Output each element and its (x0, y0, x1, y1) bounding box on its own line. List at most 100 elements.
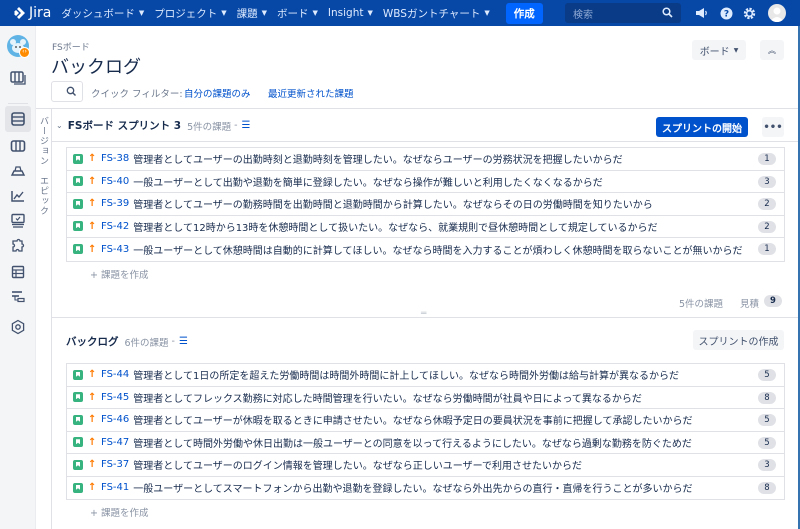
gantt-icon[interactable] (8, 287, 28, 307)
search-input[interactable]: 検索 (565, 3, 681, 23)
nav-boards[interactable]: ボード ▼ (277, 6, 318, 21)
estimate-badge: 2 (758, 198, 776, 210)
sprint-title: FSボード スプリント 3 (67, 120, 182, 132)
issue-row[interactable]: ↑ FS-40 一般ユーザーとして出勤や退勤を簡単に登録したい。なぜなら操作が難し… (67, 170, 784, 193)
issue-key[interactable]: FS-41 (101, 482, 129, 493)
quick-filter-label: クイック フィルター: (91, 89, 183, 100)
chevron-down-icon: ▼ (367, 9, 373, 17)
issue-row[interactable]: ↑ FS-45 管理者としてフレックス勤務に対応した時間管理を行いたい。なぜなら労… (67, 386, 784, 409)
monitor-icon[interactable] (8, 211, 28, 231)
create-sprint-button[interactable]: スプリントの作成 (693, 330, 784, 350)
issue-key[interactable]: FS-43 (101, 244, 129, 255)
tab-versions[interactable]: バージョン (37, 116, 50, 166)
priority-high-icon: ↑ (88, 482, 97, 494)
issue-key[interactable]: FS-45 (101, 392, 129, 403)
backlog-icon[interactable] (5, 106, 31, 132)
board-icon[interactable] (8, 68, 28, 88)
story-icon (73, 153, 83, 164)
estimate-badge: 3 (758, 459, 776, 471)
create-button[interactable]: 作成 (505, 2, 543, 24)
sprint-issue-list: ↑ FS-38 管理者としてユーザーの出勤時刻と退勤時刻を管理したい。なぜならユー… (66, 147, 785, 262)
gear-icon[interactable] (742, 6, 756, 20)
nav-issues[interactable]: 課題 ▼ (237, 6, 267, 21)
issue-row[interactable]: ↑ FS-41 一般ユーザーとしてスマートフォンから出勤や退勤を登録したい。なぜな… (67, 476, 784, 499)
settings-icon[interactable] (8, 317, 28, 337)
estimate-badge: 3 (758, 175, 776, 188)
help-icon[interactable]: ? (719, 6, 733, 20)
issue-list-icon[interactable]: ☰ (179, 336, 188, 347)
nav-dashboards[interactable]: ダッシュボード ▼ (61, 6, 144, 21)
nav-label: ボード (277, 7, 309, 20)
issue-row[interactable]: ↑ FS-38 管理者としてユーザーの出勤時刻と退勤時刻を管理したい。なぜならユー… (67, 148, 784, 171)
issue-key[interactable]: FS-46 (101, 414, 129, 425)
chevron-down-icon[interactable]: ⌄ (56, 121, 63, 130)
issue-summary: 管理者として12時から13時を休憩時間として扱いたい。なぜなら、就業規則で昼休憩… (133, 222, 658, 234)
story-icon (73, 437, 83, 448)
estimate-badge: 2 (758, 220, 776, 233)
priority-high-icon: ↑ (88, 369, 97, 381)
issue-key[interactable]: FS-38 (101, 153, 129, 164)
estimate-badge: 5 (758, 436, 776, 449)
story-icon (73, 369, 83, 380)
create-issue-link[interactable]: + 課題を作成 (90, 505, 148, 519)
board-dropdown-button[interactable]: ボード ▼ (692, 40, 746, 60)
issue-summary: 管理者として時間外労働や休日出勤は一般ユーザーとの同意を以って行えるようにしたい… (133, 438, 692, 450)
svg-text:?: ? (723, 9, 728, 19)
releases-icon[interactable] (8, 161, 28, 181)
issue-row[interactable]: ↑ FS-39 管理者としてユーザーの勤務時間を出勤時間と退勤時間から計算したい。… (67, 193, 784, 216)
issue-row[interactable]: ↑ FS-44 管理者として1日の所定を超えた労働時間は時間外時間に計上してほしい… (67, 364, 784, 387)
start-sprint-button[interactable]: スプリントの開始 (656, 117, 748, 137)
jira-logo[interactable]: Jira (12, 5, 51, 21)
quick-search-input[interactable] (51, 81, 83, 102)
side-panel-tabs: バージョン エピック (36, 108, 52, 529)
issue-key[interactable]: FS-42 (101, 221, 129, 232)
collapse-header-button[interactable]: ︽ (760, 40, 784, 60)
issue-row[interactable]: ↑ FS-47 管理者として時間外労働や休日出勤は一般ユーザーとの同意を以って行え… (67, 431, 784, 454)
estimate-badge: 5 (758, 414, 776, 426)
chevron-down-icon: ▼ (261, 9, 268, 17)
issue-summary: 管理者としてフレックス勤務に対応した時間管理を行いたい。なぜなら労働時間が社員や… (133, 393, 642, 405)
issue-row[interactable]: ↑ FS-46 管理者としてユーザーが休暇を取るときに申請させたい。なぜなら休暇予… (67, 409, 784, 432)
project-sidebar: ‹› (0, 26, 36, 529)
issue-key[interactable]: FS-40 (101, 176, 129, 187)
priority-high-icon: ↑ (88, 153, 97, 165)
priority-high-icon: ↑ (88, 436, 97, 448)
issue-key[interactable]: FS-44 (101, 369, 129, 380)
nav-wbs-gantt[interactable]: WBSガントチャート ▼ (383, 6, 490, 21)
nav-label: WBSガントチャート (382, 7, 481, 20)
issue-summary: 一般ユーザーとして休憩時間は自動的に計算してほしい。なぜなら時間を入力することが… (133, 245, 743, 257)
priority-high-icon: ↑ (88, 459, 97, 471)
issue-summary: 管理者としてユーザーのログイン情報を管理したい。なぜなら正しいユーザーで利用させ… (133, 461, 582, 473)
user-avatar[interactable] (768, 4, 786, 22)
issue-key[interactable]: FS-47 (101, 437, 129, 448)
story-icon (73, 198, 83, 209)
story-icon (73, 414, 83, 425)
priority-high-icon: ↑ (88, 220, 97, 232)
issue-list-icon[interactable]: ☰ (242, 120, 251, 131)
reports-icon[interactable] (8, 186, 28, 206)
issue-row[interactable]: ↑ FS-43 一般ユーザーとして休憩時間は自動的に計算してほしい。なぜなら時間を… (67, 238, 784, 261)
chevron-down-icon: ▼ (221, 9, 227, 17)
issue-row[interactable]: ↑ FS-37 管理者としてユーザーのログイン情報を管理したい。なぜなら正しいユー… (67, 454, 784, 477)
breadcrumb[interactable]: FSボード (52, 40, 90, 53)
more-actions-button[interactable]: ••• (762, 117, 784, 137)
addon-icon[interactable] (8, 236, 28, 256)
columns-icon[interactable] (8, 136, 28, 156)
priority-high-icon: ↑ (88, 414, 97, 426)
project-badge-icon: ‹› (19, 47, 30, 58)
megaphone-icon[interactable] (694, 6, 708, 20)
create-issue-link[interactable]: + 課題を作成 (90, 267, 148, 281)
nav-insight[interactable]: Insight ▼ (328, 7, 373, 19)
issue-summary: 管理者として1日の所定を超えた労働時間は時間外時間に計上してほしい。なぜなら時間… (133, 371, 680, 383)
estimate-badge: 1 (758, 153, 776, 165)
nav-projects[interactable]: プロジェクト ▼ (154, 6, 226, 21)
issue-key[interactable]: FS-39 (101, 198, 129, 209)
sprint-header[interactable]: ⌄ FSボード スプリント 3 5件の課題 - ☰ (56, 118, 251, 133)
backlog-title: バックログ (66, 336, 119, 348)
tab-epics[interactable]: エピック (37, 176, 50, 216)
quick-filter-my-issues[interactable]: 自分の課題のみ (184, 86, 251, 100)
table-icon[interactable] (8, 262, 28, 282)
issue-key[interactable]: FS-37 (101, 459, 129, 470)
quick-filter-recently-updated[interactable]: 最近更新された課題 (268, 86, 354, 100)
issue-row[interactable]: ↑ FS-42 管理者として12時から13時を休憩時間として扱いたい。なぜなら、就… (67, 215, 784, 238)
